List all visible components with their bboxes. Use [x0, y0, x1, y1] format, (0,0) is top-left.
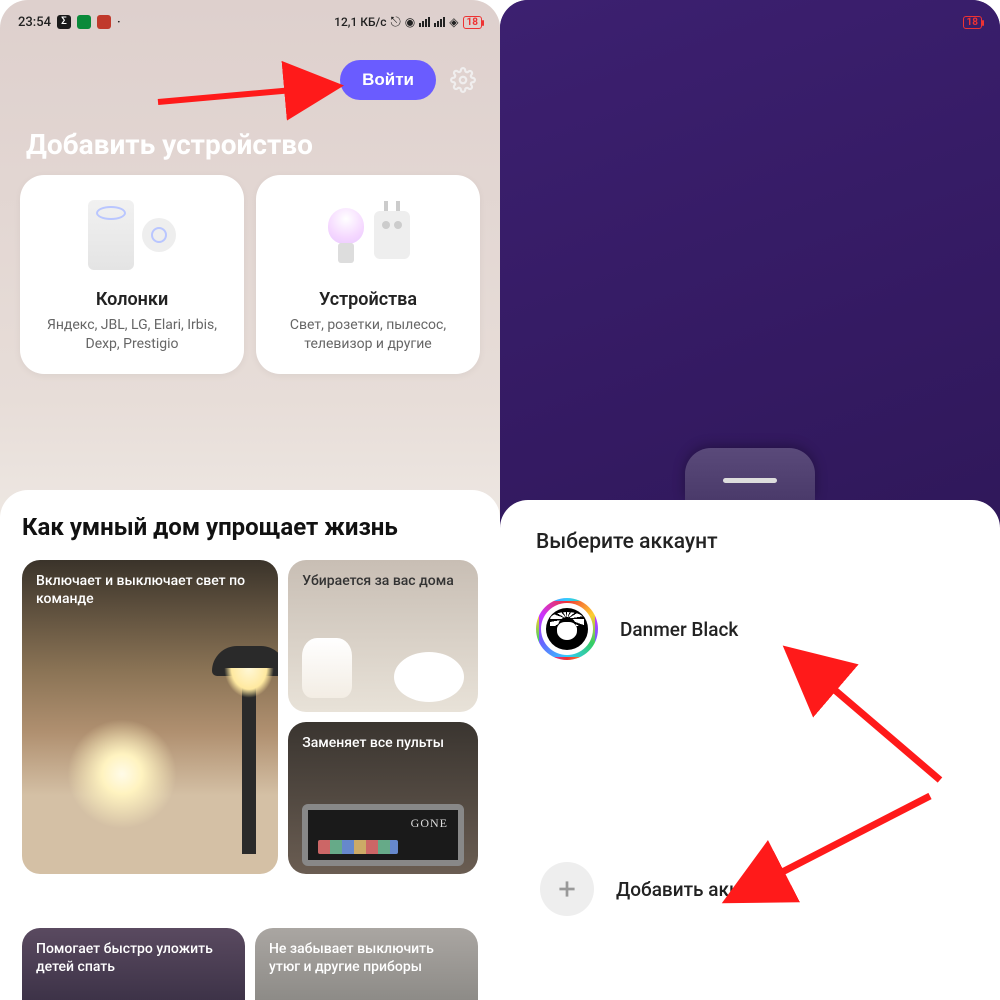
login-button[interactable]: Войти: [340, 60, 436, 100]
tile-cleaning[interactable]: Убирается за вас дома: [288, 560, 478, 712]
card-subtitle: Яндекс, JBL, LG, Elari, Irbis, Dexp, Pre…: [32, 316, 232, 354]
tile-label: Не забывает выключить утюг и другие приб…: [269, 941, 434, 975]
status-app-icon: Σ: [57, 15, 71, 29]
page-heading: Добавить устройство: [0, 110, 500, 175]
tile-label: Убирается за вас дома: [302, 573, 454, 589]
top-toolbar: Войти: [0, 44, 500, 110]
signal-icon: [419, 17, 430, 27]
card-title: Колонки: [32, 289, 232, 310]
battery-icon: 18: [963, 16, 982, 29]
status-app-icon: [77, 15, 91, 29]
battery-icon: 18: [463, 16, 482, 29]
tile-iron[interactable]: Не забывает выключить утюг и другие приб…: [255, 928, 478, 1000]
signal-icon: [434, 17, 445, 27]
account-row[interactable]: Danmer Black: [536, 582, 964, 676]
speakers-illustration: [32, 189, 232, 281]
account-name: Danmer Black: [620, 618, 738, 641]
status-bar: 23:54 Σ · 12,1 КБ/с ⎋ ◉ ◈ 18: [0, 0, 500, 44]
card-devices[interactable]: Устройства Свет, розетки, пылесос, телев…: [256, 175, 480, 374]
sheet-title: Выберите аккаунт: [536, 530, 964, 554]
wifi-icon: ◈: [449, 15, 458, 29]
card-subtitle: Свет, розетки, пылесос, телевизор и друг…: [268, 316, 468, 354]
add-account-row[interactable]: Добавить аккаунт: [536, 846, 964, 932]
drag-handle-icon[interactable]: [685, 448, 815, 500]
bluetooth-icon: ⎋: [391, 15, 401, 30]
tile-light-control[interactable]: Включает и выключает свет по команде: [22, 560, 278, 874]
tile-label: Включает и выключает свет по команде: [36, 573, 245, 607]
gear-icon[interactable]: [450, 67, 476, 93]
volte-icon: ◉: [405, 15, 415, 29]
plus-icon: [540, 862, 594, 916]
info-sheet: Как умный дом упрощает жизнь Включает и …: [0, 490, 500, 1000]
screenshot-right: 23:54 Σ · 26,2 КБ/с ⎋ ◉ ◈ 18 Выберите ак…: [500, 0, 1000, 1000]
account-picker-sheet: Выберите аккаунт Danmer Black Добавить а…: [500, 500, 1000, 1000]
card-speakers[interactable]: Колонки Яндекс, JBL, LG, Elari, Irbis, D…: [20, 175, 244, 374]
avatar: [536, 598, 598, 660]
devices-illustration: [268, 189, 468, 281]
tile-sleep[interactable]: Помогает быстро уложить детей спать: [22, 928, 245, 1000]
status-net-speed: 12,1 КБ/с: [334, 15, 386, 29]
section-heading: Как умный дом упрощает жизнь: [22, 512, 478, 542]
tile-remotes[interactable]: Заменяет все пульты: [288, 722, 478, 874]
screenshot-left: 23:54 Σ · 12,1 КБ/с ⎋ ◉ ◈ 18 Войти До: [0, 0, 500, 1000]
tile-label: Заменяет все пульты: [302, 735, 444, 751]
tile-label: Помогает быстро уложить детей спать: [36, 941, 213, 975]
card-title: Устройства: [268, 289, 468, 310]
avatar-image: [546, 608, 588, 650]
status-app-icon: [97, 15, 111, 29]
status-dot: ·: [117, 15, 121, 30]
status-time: 23:54: [18, 15, 51, 30]
add-account-label: Добавить аккаунт: [616, 878, 779, 901]
